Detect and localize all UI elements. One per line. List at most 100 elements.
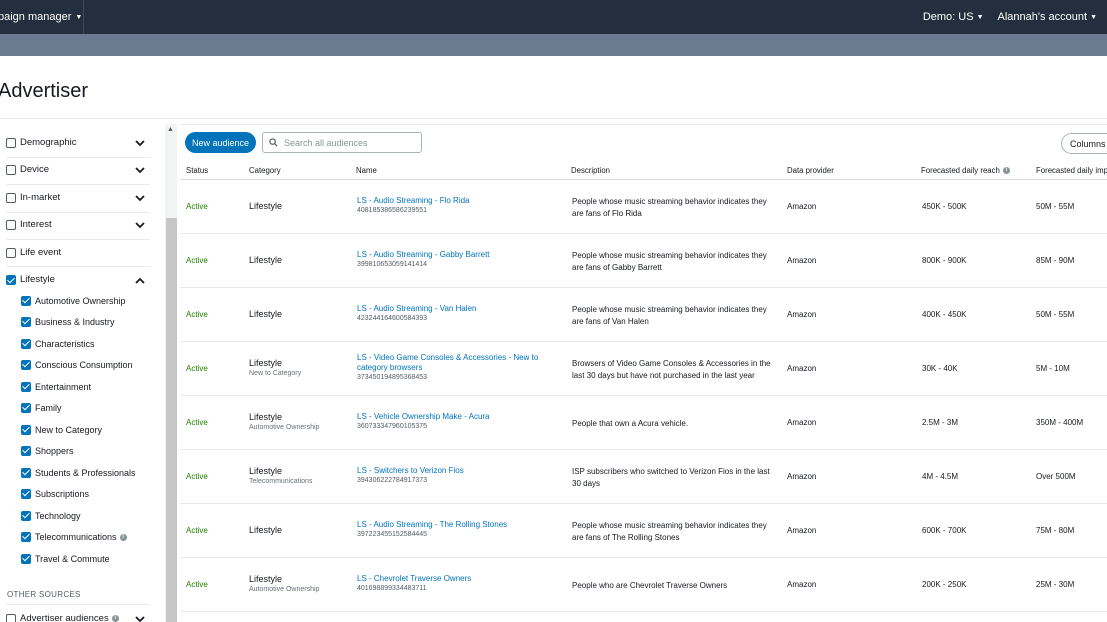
table-header: Status Category Name Description Data pr…	[180, 160, 1107, 180]
audience-name-link[interactable]: LS - Switchers to Verizon Fios	[357, 466, 557, 476]
column-header-reach[interactable]: Forecasted daily reach i	[921, 166, 1010, 175]
category-label: Lifestyle	[249, 255, 283, 265]
audience-description: Browsers of Video Game Consoles & Access…	[572, 359, 771, 380]
status-badge: Active	[186, 364, 208, 373]
audience-id: 401698899334483711	[357, 585, 427, 592]
lifestyle-option[interactable]: Business & Industry	[21, 317, 115, 327]
region-menu[interactable]: Demo: US ▼	[923, 11, 984, 23]
table-row[interactable]: Active Lifestyle LS - Audio Streaming - …	[180, 234, 1107, 288]
scrollbar-thumb[interactable]	[166, 218, 177, 622]
lifestyle-option[interactable]: Entertainment	[21, 382, 91, 392]
audience-name-link[interactable]: LS - Audio Streaming - Gabby Barrett	[357, 250, 557, 260]
table-row[interactable]: Active Lifestyle New to Category LS - Vi…	[180, 342, 1107, 396]
checkbox[interactable]	[6, 247, 16, 258]
filter-interest[interactable]: Interest	[6, 219, 52, 230]
lifestyle-option[interactable]: Travel & Commute	[21, 554, 110, 564]
checkbox-checked[interactable]	[21, 532, 31, 542]
column-header-data-provider[interactable]: Data provider	[787, 166, 834, 175]
checkbox-checked[interactable]	[21, 360, 31, 370]
lifestyle-option[interactable]: New to Category	[21, 425, 102, 435]
column-header-description[interactable]: Description	[571, 166, 610, 175]
table-row[interactable]: Active Lifestyle LS - Audio Streaming - …	[180, 288, 1107, 342]
category-label: Lifestyle	[249, 525, 283, 535]
checkbox-checked[interactable]	[21, 339, 31, 349]
info-icon[interactable]: i	[1002, 167, 1010, 174]
checkbox[interactable]	[6, 192, 16, 203]
checkbox-checked[interactable]	[21, 425, 31, 435]
category-label: Lifestyle	[249, 201, 283, 211]
audience-name-link[interactable]: LS - Chevrolet Traverse Owners	[357, 574, 557, 584]
lifestyle-option[interactable]: Telecommunications i	[21, 532, 127, 542]
search-input[interactable]: Search all audiences	[262, 132, 422, 153]
audience-id: 397223455152584445	[357, 531, 428, 538]
lifestyle-option[interactable]: Shoppers	[21, 446, 74, 456]
info-icon[interactable]: i	[119, 533, 127, 541]
lifestyle-option[interactable]: Technology	[21, 511, 81, 521]
chevron-up-icon[interactable]	[133, 276, 147, 286]
checkbox[interactable]	[6, 164, 16, 175]
category-label: Lifestyle	[249, 412, 283, 422]
chevron-down-icon[interactable]	[133, 193, 147, 203]
table-row[interactable]: Active Lifestyle LS - Audio Streaming - …	[180, 180, 1107, 234]
checkbox[interactable]	[6, 219, 16, 230]
divider	[6, 266, 150, 267]
filter-device[interactable]: Device	[6, 164, 49, 175]
chevron-down-icon[interactable]	[133, 138, 147, 148]
scroll-up-arrow-icon[interactable]: ▲	[167, 126, 174, 133]
checkbox-checked[interactable]	[21, 511, 31, 521]
columns-button[interactable]: Columns	[1061, 133, 1107, 154]
filter-life-event[interactable]: Life event	[6, 247, 61, 258]
status-badge: Active	[186, 310, 208, 319]
lifestyle-option[interactable]: Conscious Consumption	[21, 360, 133, 370]
checkbox-checked[interactable]	[21, 296, 31, 306]
checkbox-checked[interactable]	[21, 403, 31, 413]
audience-name-link[interactable]: LS - Video Game Consoles & Accessories -…	[357, 353, 547, 373]
lifestyle-option[interactable]: Subscriptions	[21, 489, 89, 499]
checkbox-checked[interactable]	[21, 317, 31, 327]
lifestyle-option[interactable]: Characteristics	[21, 339, 95, 349]
forecasted-reach: 400K - 450K	[922, 310, 967, 319]
subcategory-label: Telecommunications	[249, 478, 313, 485]
option-label: Entertainment	[35, 382, 92, 392]
filter-advertiser-audiences[interactable]: Advertiser audiences i	[6, 613, 119, 622]
chevron-down-icon[interactable]	[133, 165, 147, 175]
checkbox-checked[interactable]	[21, 489, 31, 499]
checkbox[interactable]	[6, 613, 16, 622]
filter-label: Device	[20, 164, 50, 175]
filter-lifestyle[interactable]: Lifestyle	[6, 274, 55, 285]
chevron-down-icon[interactable]	[133, 614, 147, 622]
table-row[interactable]: Active Lifestyle Automotive Ownership LS…	[180, 558, 1107, 612]
data-provider: Amazon	[787, 202, 817, 211]
column-header-status[interactable]: Status	[186, 166, 208, 175]
checkbox[interactable]	[6, 137, 16, 148]
lifestyle-option[interactable]: Students & Professionals	[21, 468, 136, 478]
new-audience-button[interactable]: New audience	[185, 132, 256, 153]
checkbox-checked[interactable]	[21, 468, 31, 478]
audience-name-link[interactable]: LS - Audio Streaming - Flo Rida	[357, 196, 557, 206]
app-switcher[interactable]: paign manager ▼	[0, 11, 82, 23]
checkbox-checked[interactable]	[21, 554, 31, 564]
audience-name-link[interactable]: LS - Audio Streaming - Van Halen	[357, 304, 557, 314]
lifestyle-option[interactable]: Family	[21, 403, 62, 413]
checkbox-checked[interactable]	[21, 382, 31, 392]
account-menu[interactable]: Alannah's account ▼	[998, 11, 1098, 23]
audience-name-link[interactable]: LS - Vehicle Ownership Make - Acura	[357, 412, 557, 422]
table-row[interactable]: Active Lifestyle Automotive Ownership LS…	[180, 396, 1107, 450]
option-label: Conscious Consumption	[35, 360, 133, 370]
filter-demographic[interactable]: Demographic	[6, 137, 77, 148]
audience-id: 399810653059141414	[357, 261, 428, 268]
column-header-impressions[interactable]: Forecasted daily impre	[1036, 166, 1107, 175]
table-row[interactable]: Active Lifestyle Telecommunications LS -…	[180, 450, 1107, 504]
column-header-category[interactable]: Category	[249, 166, 281, 175]
checkbox-checked[interactable]	[21, 446, 31, 456]
table-row[interactable]: Active Lifestyle LS - Audio Streaming - …	[180, 504, 1107, 558]
audience-name-link[interactable]: LS - Audio Streaming - The Rolling Stone…	[357, 520, 557, 530]
lifestyle-option[interactable]: Automotive Ownership	[21, 296, 126, 306]
checkbox-checked[interactable]	[6, 274, 16, 285]
column-header-name[interactable]: Name	[356, 166, 377, 175]
forecasted-impressions: 50M - 55M	[1036, 202, 1075, 211]
filter-in-market[interactable]: In-market	[6, 192, 60, 203]
info-icon[interactable]: i	[111, 615, 119, 622]
audience-description: People whose music streaming behavior in…	[572, 305, 767, 326]
chevron-down-icon[interactable]	[133, 220, 147, 230]
